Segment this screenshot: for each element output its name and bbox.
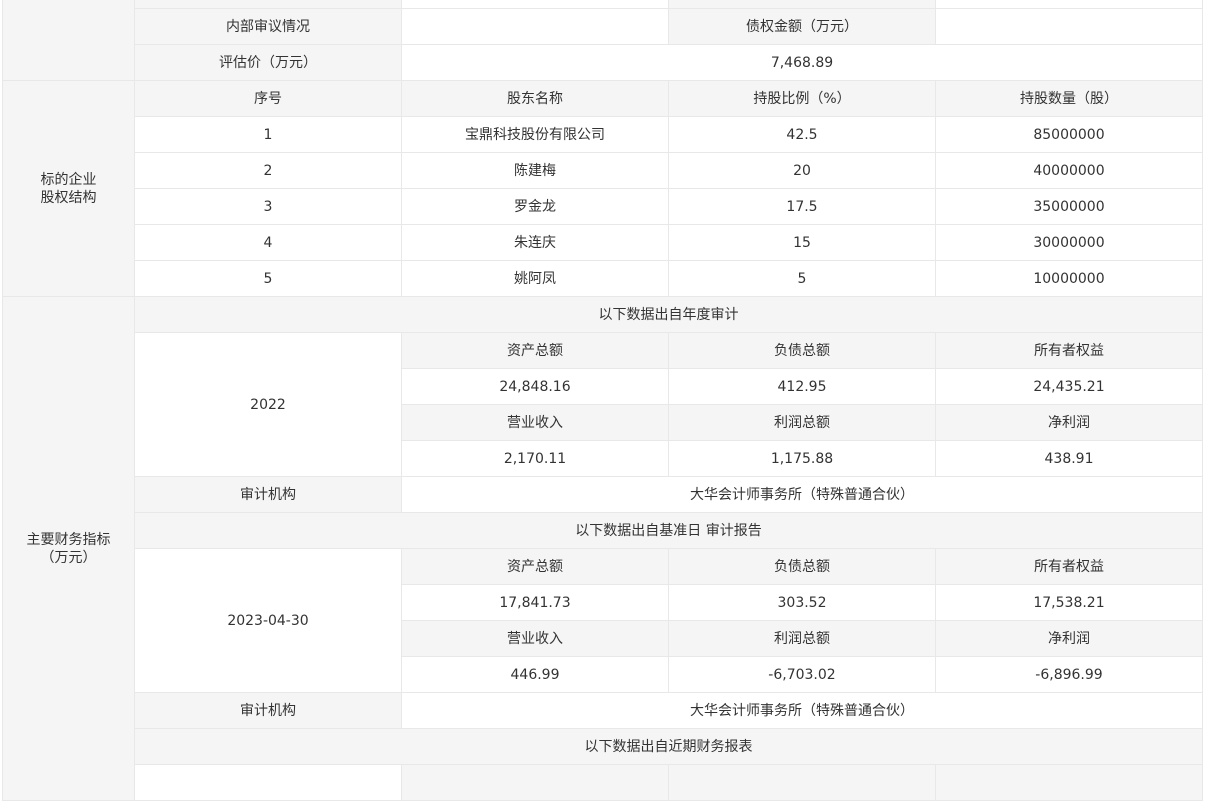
shareholder-shares: 85000000 [935,116,1203,153]
header-total-assets: 资产总额 [401,548,669,585]
table-row: 4 朱连庆 15 30000000 [3,224,1203,261]
table-row [2,0,1203,81]
internal-review-label: 内部审议情况 [134,8,402,45]
finance-section-label-line1: 主要财务指标 [26,531,111,548]
equity-section-label-line1: 标的企业 [40,171,97,188]
value-cell [134,764,402,801]
shareholder-seq: 2 [134,152,402,189]
valuation-value: 7,468.89 [401,44,1203,81]
equity-section-label: 标的企业 股权结构 [2,80,135,297]
annual-audit-caption: 以下数据出自年度审计 [134,296,1203,333]
valuation-label: 评估价（万元） [134,44,402,81]
value-revenue: 446.99 [401,656,669,693]
shareholder-ratio: 17.5 [668,188,936,225]
table-row: 内部审议情况 债权金额（万元） [3,8,1203,45]
internal-review-value [401,8,669,45]
value-owner-equity: 17,538.21 [935,584,1203,621]
table-row [3,764,1203,801]
shareholder-seq: 4 [134,224,402,261]
header-revenue: 营业收入 [401,404,669,441]
finance-section-label: 主要财务指标 （万元） [2,296,135,801]
finance-annual-caption-row: 主要财务指标 （万元） 以下数据出自年度审计 [2,296,1203,801]
finance-section-label-line2: （万元） [40,549,97,566]
value-revenue: 2,170.11 [401,440,669,477]
header-net-profit: 净利润 [935,404,1203,441]
table-row: 2 陈建梅 20 40000000 [3,152,1203,189]
value-cell [401,0,669,9]
table-row: 审计机构 大华会计师事务所（特殊普通合伙） [3,476,1203,513]
table-row: 2022 资产总额 负债总额 所有者权益 [3,332,1203,477]
header-total-liabilities: 负债总额 [668,548,936,585]
section-label-cell [2,0,135,81]
column-header-ratio: 持股比例（%） [668,80,936,117]
finance-recent-caption-row: 以下数据出自近期财务报表 [3,728,1203,765]
value-owner-equity: 24,435.21 [935,368,1203,405]
value-total-liabilities: 412.95 [668,368,936,405]
auditor-label: 审计机构 [134,476,402,513]
header-net-profit: 净利润 [935,620,1203,657]
value-total-assets: 24,848.16 [401,368,669,405]
value-cell [401,764,669,801]
value-total-profit: -6,703.02 [668,656,936,693]
shareholder-name: 宝鼎科技股份有限公司 [401,116,669,153]
auditor-label: 审计机构 [134,692,402,729]
table-row: 审计机构 大华会计师事务所（特殊普通合伙） [3,692,1203,729]
shareholder-ratio: 15 [668,224,936,261]
transaction-info-panel: 内部审议情况 债权金额（万元） 评估价（万元） 7,468.89 标的企业 股权… [2,0,1203,801]
value-cell [935,0,1203,9]
shareholder-seq: 3 [134,188,402,225]
label-cell [134,0,402,9]
table-row: 评估价（万元） 7,468.89 [3,44,1203,81]
column-header-seq: 序号 [134,80,402,117]
base-date-period: 2023-04-30 [134,548,402,693]
shareholder-shares: 30000000 [935,224,1203,261]
auditor-value: 大华会计师事务所（特殊普通合伙） [401,476,1203,513]
recent-report-caption: 以下数据出自近期财务报表 [134,728,1203,765]
value-net-profit: 438.91 [935,440,1203,477]
header-total-liabilities: 负债总额 [668,332,936,369]
shareholder-name: 陈建梅 [401,152,669,189]
table-row: 3 罗金龙 17.5 35000000 [3,188,1203,225]
column-header-shares: 持股数量（股） [935,80,1203,117]
claim-amount-label: 债权金额（万元） [668,8,936,45]
shareholder-seq: 1 [134,116,402,153]
shareholder-name: 罗金龙 [401,188,669,225]
value-net-profit: -6,896.99 [935,656,1203,693]
value-total-liabilities: 303.52 [668,584,936,621]
base-date-audit-caption: 以下数据出自基准日 审计报告 [134,512,1203,549]
shareholder-ratio: 20 [668,152,936,189]
shareholder-shares: 10000000 [935,260,1203,297]
shareholder-shares: 35000000 [935,188,1203,225]
header-total-assets: 资产总额 [401,332,669,369]
column-header-shareholder: 股东名称 [401,80,669,117]
header-owner-equity: 所有者权益 [935,548,1203,585]
header-total-profit: 利润总额 [668,404,936,441]
header-owner-equity: 所有者权益 [935,332,1203,369]
shareholder-ratio: 42.5 [668,116,936,153]
value-cell [668,764,936,801]
table-row: 2023-04-30 资产总额 负债总额 所有者权益 [3,548,1203,693]
shareholder-ratio: 5 [668,260,936,297]
label-cell [668,0,936,9]
value-cell [935,764,1203,801]
shareholder-seq: 5 [134,260,402,297]
value-total-assets: 17,841.73 [401,584,669,621]
value-total-profit: 1,175.88 [668,440,936,477]
finance-base-caption-row: 以下数据出自基准日 审计报告 [3,512,1203,549]
equity-header-row: 标的企业 股权结构 序号 股东名称 持股比例（%） 持股数量（股） [2,80,1203,297]
shareholder-name: 姚阿凤 [401,260,669,297]
claim-amount-value [935,8,1203,45]
header-total-profit: 利润总额 [668,620,936,657]
table-row: 1 宝鼎科技股份有限公司 42.5 85000000 [3,116,1203,153]
shareholder-shares: 40000000 [935,152,1203,189]
table-row: 5 姚阿凤 5 10000000 [3,260,1203,297]
header-revenue: 营业收入 [401,620,669,657]
auditor-value: 大华会计师事务所（特殊普通合伙） [401,692,1203,729]
annual-period: 2022 [134,332,402,477]
asset-info-table: 内部审议情况 债权金额（万元） 评估价（万元） 7,468.89 标的企业 股权… [2,0,1203,801]
equity-section-label-line2: 股权结构 [40,189,97,206]
shareholder-name: 朱连庆 [401,224,669,261]
